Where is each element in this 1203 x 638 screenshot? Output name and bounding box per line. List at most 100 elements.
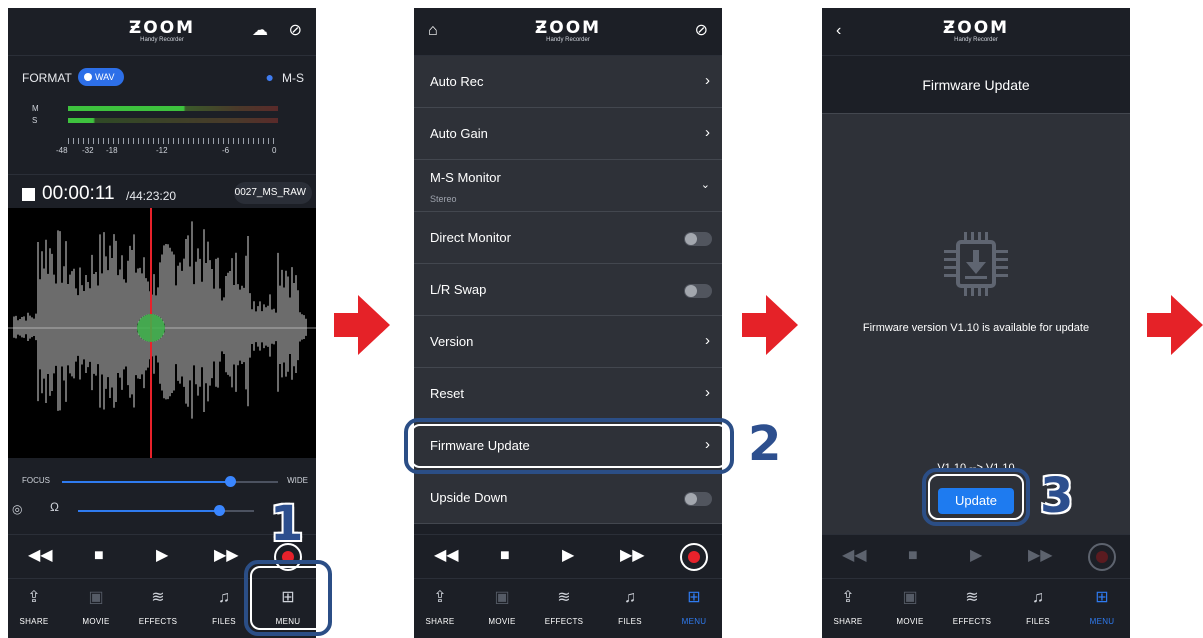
scale-tick: -32	[82, 146, 94, 155]
tab-files[interactable]: ♫ FILES	[1008, 587, 1068, 626]
play-icon[interactable]: ▶	[562, 547, 574, 565]
record-button[interactable]	[1088, 543, 1116, 571]
menu-item-auto-rec[interactable]: Auto Rec ›	[414, 56, 722, 108]
remaining-time: /44:23:20	[126, 189, 177, 203]
home-icon[interactable]: ⌂	[428, 22, 438, 40]
waveform-display[interactable]	[8, 208, 316, 458]
cloud-icon[interactable]: ☁	[252, 22, 268, 40]
zoom-logo: ƵOOM Handy Recorder	[534, 18, 602, 44]
step-number-1: 1	[270, 496, 304, 552]
chevron-right-icon: ›	[705, 124, 710, 141]
fast-forward-icon[interactable]: ▶▶	[214, 547, 239, 565]
rewind-icon[interactable]: ◀◀	[842, 547, 867, 565]
firmware-chip-icon	[944, 232, 1008, 296]
meter-scale	[68, 138, 278, 144]
transport-bar: ◀◀ ■ ▶ ▶▶	[414, 534, 722, 578]
phone-menu-screen: ⌂ ƵOOM Handy Recorder ⊘ Auto Rec › Auto G…	[414, 8, 722, 638]
meter-channel-m: M	[32, 104, 39, 113]
top-bar: ƵOOM Handy Recorder ☁ ⊘	[8, 8, 316, 56]
level-meter: M S -48 -32 -18 -12 -6 0	[22, 104, 288, 164]
waveform-graphic	[8, 208, 316, 458]
meter-bar-m	[68, 106, 278, 111]
menu-item-lr-swap: L/R Swap	[414, 264, 722, 316]
tab-share[interactable]: ⇪ SHARE	[822, 587, 878, 626]
mic-mode-label[interactable]: M-S	[282, 71, 304, 85]
play-icon[interactable]: ▶	[970, 547, 982, 565]
top-bar: ⌂ ƵOOM Handy Recorder ⊘	[414, 8, 722, 56]
menu-item-upside-down: Upside Down	[414, 472, 722, 524]
stop-icon[interactable]: ■	[908, 547, 918, 565]
tab-share[interactable]: ⇪ SHARE	[414, 587, 470, 626]
callout-update-button	[922, 468, 1030, 526]
tab-movie[interactable]: ▣ MOVIE	[880, 587, 940, 626]
elapsed-time: 00:00:11	[42, 183, 115, 204]
chevron-right-icon: ›	[705, 72, 710, 89]
tab-effects[interactable]: ≋ EFFECTS	[942, 587, 1002, 626]
file-name-badge[interactable]: 0027_MS_RAW	[234, 182, 312, 204]
rewind-icon[interactable]: ◀◀	[434, 547, 459, 565]
play-icon[interactable]: ▶	[156, 547, 168, 565]
back-chevron-icon[interactable]: ‹	[836, 22, 841, 40]
next-step-arrow-icon	[334, 295, 390, 355]
menu-grid-icon: ⊞	[687, 589, 701, 606]
effects-icon: ≋	[557, 589, 571, 606]
fast-forward-icon[interactable]: ▶▶	[1028, 547, 1053, 565]
movie-icon: ▣	[88, 589, 104, 606]
share-icon: ⇪	[841, 589, 855, 606]
firmware-message: Firmware version V1.10 is available for …	[862, 322, 1090, 334]
tab-effects[interactable]: ≋ EFFECTS	[534, 587, 594, 626]
menu-item-version[interactable]: Version ›	[414, 316, 722, 368]
headphones-icon: Ω	[50, 500, 59, 514]
tab-movie[interactable]: ▣ MOVIE	[66, 587, 126, 626]
zoom-logo: ƵOOM Handy Recorder	[128, 18, 196, 44]
menu-item-reset[interactable]: Reset ›	[414, 368, 722, 420]
volume-slider-knob[interactable]	[214, 505, 225, 516]
files-icon: ♫	[1032, 589, 1044, 606]
rotate-lock-icon[interactable]: ⊘	[289, 22, 302, 40]
tab-files[interactable]: ♫ FILES	[600, 587, 660, 626]
transport-bar: ◀◀ ■ ▶ ▶▶	[822, 534, 1130, 578]
lr-swap-toggle[interactable]	[684, 284, 712, 298]
zoom-logo: ƵOOM Handy Recorder	[942, 18, 1010, 44]
tab-menu[interactable]: ⊞ MENU	[1072, 587, 1130, 626]
focus-slider-knob[interactable]	[225, 476, 236, 487]
effects-icon: ≋	[151, 589, 165, 606]
chevron-right-icon: ›	[705, 332, 710, 349]
microphone-icon: ●	[265, 69, 274, 85]
chevron-down-icon: ⌄	[700, 179, 710, 191]
tutorial-strip: ƵOOM Handy Recorder ☁ ⊘ FORMAT WAV ● M-S…	[0, 0, 1203, 638]
tab-bar: ⇪ SHARE ▣ MOVIE ≋ EFFECTS ♫ FILES ⊞ MENU	[414, 578, 722, 638]
menu-grid-icon: ⊞	[1095, 589, 1109, 606]
wide-label: WIDE	[287, 476, 308, 485]
tab-effects[interactable]: ≋ EFFECTS	[128, 587, 188, 626]
broadcast-icon[interactable]: ◎	[12, 502, 22, 516]
movie-icon: ▣	[902, 589, 918, 606]
rotate-lock-icon[interactable]: ⊘	[695, 22, 708, 40]
scale-tick: -18	[106, 146, 118, 155]
scale-tick: -48	[56, 146, 68, 155]
tab-movie[interactable]: ▣ MOVIE	[472, 587, 532, 626]
stop-icon[interactable]: ■	[94, 547, 104, 565]
tab-share[interactable]: ⇪ SHARE	[8, 587, 64, 626]
focus-label: FOCUS	[22, 476, 50, 485]
menu-item-ms-monitor[interactable]: M-S Monitor Stereo ⌄	[414, 160, 722, 212]
record-button[interactable]	[680, 543, 708, 571]
files-icon: ♫	[624, 589, 636, 606]
tab-menu[interactable]: ⊞ MENU	[664, 587, 722, 626]
stop-icon[interactable]: ■	[500, 547, 510, 565]
page-title: Firmware Update	[822, 56, 1130, 114]
next-step-arrow-icon	[1147, 295, 1203, 355]
upside-down-toggle[interactable]	[684, 492, 712, 506]
format-toggle[interactable]: WAV	[78, 68, 124, 86]
movie-icon: ▣	[494, 589, 510, 606]
scale-tick: -12	[156, 146, 168, 155]
direct-monitor-toggle[interactable]	[684, 232, 712, 246]
volume-slider[interactable]	[78, 505, 254, 516]
rewind-icon[interactable]: ◀◀	[28, 547, 53, 565]
format-row: FORMAT WAV ● M-S	[8, 66, 316, 90]
menu-item-auto-gain[interactable]: Auto Gain ›	[414, 108, 722, 160]
effects-icon: ≋	[965, 589, 979, 606]
focus-slider[interactable]	[62, 476, 278, 487]
fast-forward-icon[interactable]: ▶▶	[620, 547, 645, 565]
phone-firmware-screen: ‹ ƵOOM Handy Recorder Firmware Update Fi…	[822, 8, 1130, 638]
